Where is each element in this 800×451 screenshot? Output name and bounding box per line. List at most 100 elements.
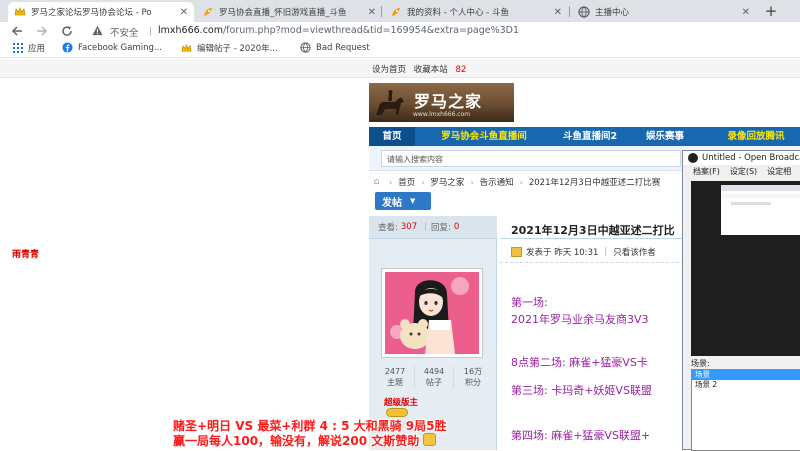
- tab-streamer-center[interactable]: 主播中心 ✕: [572, 2, 756, 22]
- site-topbar: 设为首页 收藏本站 82: [0, 59, 800, 78]
- author-only-link[interactable]: 只看该作者: [613, 246, 656, 258]
- warning-icon[interactable]: [92, 25, 103, 39]
- security-label[interactable]: 不安全: [110, 25, 139, 39]
- chevron-down-icon: ▼: [410, 197, 416, 205]
- obs-icon: [688, 153, 698, 163]
- scene-item[interactable]: 场景 2: [692, 380, 800, 390]
- globe-icon: [300, 42, 311, 53]
- stat-value: 4494: [423, 367, 445, 376]
- nav-replays[interactable]: 录像回放腾讯: [712, 127, 800, 146]
- nav-events[interactable]: 娱乐赛事: [637, 127, 693, 146]
- user-stat-points[interactable]: 16万 积分: [454, 366, 492, 388]
- bookmarks-bar: 应用 Facebook Gaming... 编辑帖子 - 2020年... Ba…: [0, 40, 800, 58]
- tab-title: 罗马之家论坛罗马协会论坛 - Po: [31, 8, 152, 18]
- close-icon[interactable]: ✕: [742, 7, 750, 18]
- bookmark-bad-request[interactable]: Bad Request: [300, 42, 370, 53]
- bookmark-label: Bad Request: [316, 42, 370, 53]
- new-tab-button[interactable]: +: [762, 2, 780, 20]
- facebook-icon: [62, 42, 73, 53]
- scene-item[interactable]: 场景: [692, 370, 800, 380]
- user-rank: 超级版主: [384, 398, 419, 408]
- avatar-illustration: [385, 272, 479, 354]
- close-icon[interactable]: ✕: [554, 7, 562, 18]
- views-count: 307: [400, 222, 418, 232]
- nav-douyu-room-2[interactable]: 斗鱼直播间2: [554, 127, 626, 146]
- stat-value: 16万: [463, 367, 483, 376]
- site-nav: 首页 罗马协会斗鱼直播间 斗鱼直播间2 娱乐赛事 录像回放腾讯: [369, 127, 800, 146]
- tab-title: 主播中心: [595, 8, 630, 18]
- site-logo[interactable]: 罗马之家 www.lmxh666.com: [369, 83, 514, 122]
- post-meta: 发表于 昨天 10:31 | 只看该作者: [511, 246, 656, 258]
- tab-luoma-forum[interactable]: 罗马之家论坛罗马协会论坛 - Po ✕: [8, 2, 194, 22]
- forward-arrow-icon[interactable]: [34, 22, 50, 40]
- online-status-icon: [511, 247, 522, 257]
- bookmark-label: Facebook Gaming...: [78, 42, 162, 53]
- avatar[interactable]: [381, 268, 483, 358]
- tab-douyu-live[interactable]: 罗马协会直播_怀旧游戏直播_斗鱼 ✕: [196, 2, 382, 22]
- breadcrumb-item[interactable]: 首页: [398, 176, 415, 188]
- obs-titlebar[interactable]: Untitled - Open Broadcaster: [683, 151, 800, 165]
- reload-icon[interactable]: [59, 22, 75, 40]
- obs-menu-file[interactable]: 档案(F): [693, 166, 720, 177]
- tab-title: 我的资料 - 个人中心 - 斗鱼: [407, 8, 509, 18]
- breadcrumb-item[interactable]: 2021年12月3日中越亚述二打比赛: [529, 176, 660, 188]
- url-host: lmxh666.com: [158, 25, 223, 36]
- url-path: /forum.php?mod=viewthread&tid=169954&ext…: [222, 25, 520, 36]
- apps-grid-icon: [12, 43, 23, 54]
- bookmark-apps[interactable]: 应用: [12, 42, 45, 54]
- bookmark-edit-post[interactable]: 编辑帖子 - 2020年...: [181, 42, 278, 54]
- back-arrow-icon[interactable]: [9, 22, 25, 40]
- breadcrumb-item[interactable]: 告示通知: [480, 176, 514, 188]
- stat-label: 主题: [387, 378, 403, 387]
- stat-value: 2477: [384, 367, 406, 376]
- bookmark-site-link[interactable]: 收藏本站: [414, 65, 448, 75]
- search-input[interactable]: 请输入搜索内容: [381, 150, 681, 167]
- close-icon[interactable]: ✕: [368, 7, 376, 18]
- thumbs-emoji-icon: [423, 433, 436, 446]
- stat-label: 积分: [465, 378, 481, 387]
- obs-menu-profile[interactable]: 设定相: [767, 166, 791, 177]
- horse-rider-icon: [376, 90, 404, 115]
- bookmark-facebook-gaming[interactable]: Facebook Gaming...: [62, 42, 162, 53]
- user-stat-topics[interactable]: 2477 主题: [376, 366, 415, 388]
- address-toolbar: 不安全 lmxh666.com/forum.php?mod=viewthread…: [0, 22, 800, 40]
- tab-douyu-profile[interactable]: 我的资料 - 个人中心 - 斗鱼 ✕: [384, 2, 568, 22]
- nav-home[interactable]: 首页: [369, 127, 415, 146]
- online-count: 82: [455, 65, 467, 75]
- scene-list: 场景 场景 2: [691, 369, 800, 451]
- crown-icon: [181, 43, 192, 54]
- user-stats: 2477 主题 4494 帖子 16万 积分: [376, 366, 492, 388]
- new-post-label: 发帖: [382, 197, 402, 209]
- post-line: 8点第二场: 麻雀+猛豪VS卡: [511, 356, 648, 369]
- overlay-prize-line: 赢一局每人100，输没有，解说200 文斯赞助: [173, 434, 420, 448]
- views-label: 查看:: [378, 223, 398, 233]
- obs-menu-settings[interactable]: 设定(S): [730, 166, 757, 177]
- nav-douyu-room[interactable]: 罗马协会斗鱼直播间: [424, 127, 544, 146]
- url-field[interactable]: lmxh666.com/forum.php?mod=viewthread&tid…: [158, 25, 519, 36]
- post-line: 2021年罗马业余马友商3V3: [511, 313, 649, 326]
- obs-menubar: 档案(F) 设定(S) 设定相: [683, 165, 800, 178]
- close-icon[interactable]: ✕: [180, 7, 188, 18]
- douyu-icon: [202, 6, 214, 18]
- obs-title: Untitled - Open Broadcaster: [702, 153, 800, 163]
- thread-stats: 查看: 307 | 回复: 0: [369, 216, 497, 239]
- post-line: 第三场: 卡玛奇+妖姬VS联盟: [511, 384, 652, 397]
- logo-text: 罗马之家: [414, 92, 483, 111]
- author-name[interactable]: 雨青青: [12, 247, 39, 260]
- logo-url: www.lmxh666.com: [413, 111, 471, 118]
- tab-title: 罗马协会直播_怀旧游戏直播_斗鱼: [219, 8, 347, 18]
- douyu-icon: [390, 6, 402, 18]
- bookmark-label: 编辑帖子 - 2020年...: [197, 44, 278, 54]
- set-homepage-link[interactable]: 设为首页: [372, 65, 406, 75]
- post-date: 发表于 昨天 10:31: [526, 248, 599, 258]
- new-post-button[interactable]: 发帖 ▼: [375, 192, 431, 210]
- post-line: 第一场:: [511, 296, 548, 309]
- home-icon[interactable]: ⌂: [370, 177, 383, 187]
- user-stat-posts[interactable]: 4494 帖子: [415, 366, 454, 388]
- obs-preview: [691, 181, 800, 356]
- replies-count: 0: [453, 222, 460, 232]
- obs-window[interactable]: Untitled - Open Broadcaster 档案(F) 设定(S) …: [682, 150, 800, 451]
- tab-strip: 罗马之家论坛罗马协会论坛 - Po ✕ 罗马协会直播_怀旧游戏直播_斗鱼 ✕ 我…: [0, 0, 800, 22]
- post-line: 第四场: 麻雀+猛豪VS联盟+: [511, 429, 651, 442]
- breadcrumb-item[interactable]: 罗马之家: [430, 176, 464, 188]
